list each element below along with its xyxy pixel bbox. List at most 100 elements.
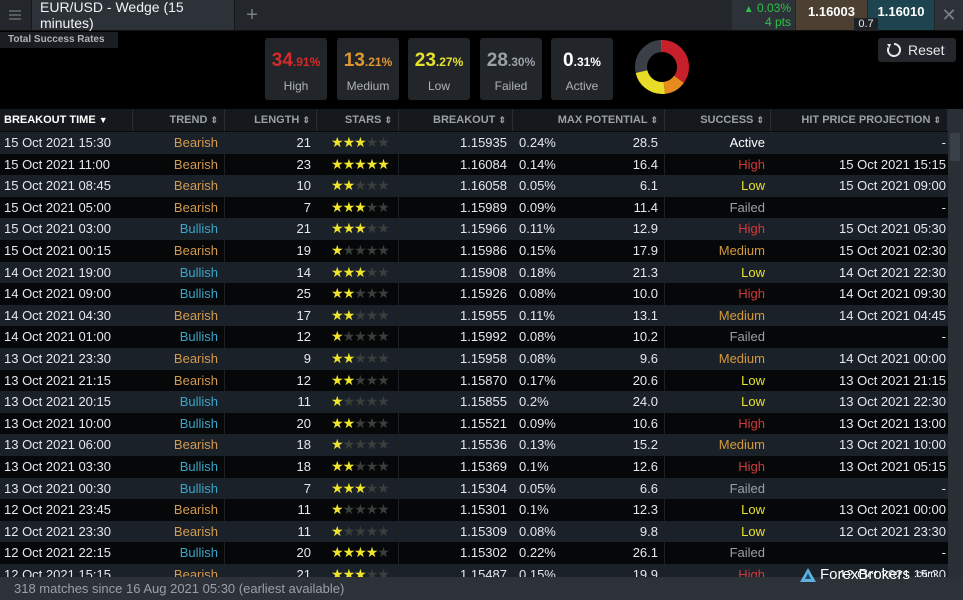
table-row[interactable]: 12 Oct 2021 23:30 Bearish 11 ★★★★★ 1.15309 0.… xyxy=(0,520,948,543)
stars-rating: ★★★★★ xyxy=(317,369,399,392)
max-potential-percent: 0.09% xyxy=(519,199,556,215)
star-empty-icon: ★ xyxy=(365,436,379,453)
star-filled-icon: ★ xyxy=(342,457,356,474)
breakout-price: 1.15855 xyxy=(460,394,507,410)
table-row[interactable]: 14 Oct 2021 09:00 Bullish 25 ★★★★★ 1.15926 0.… xyxy=(0,283,948,305)
hit-price-projection: - xyxy=(941,480,946,496)
length: 20 xyxy=(296,545,311,561)
stat-value-int: 13 xyxy=(343,50,365,71)
max-potential-percent: 0.08% xyxy=(519,329,556,345)
column-header-stars[interactable]: STARS ⇕ xyxy=(317,109,399,131)
breakout-time: 15 Oct 2021 08:45 xyxy=(4,178,111,194)
star-filled-icon: ★ xyxy=(342,220,356,237)
table-row[interactable]: 13 Oct 2021 23:30 Bearish 9 ★★★★★ 1.15958 0.0… xyxy=(0,347,948,370)
table-row[interactable]: 12 Oct 2021 22:15 Bullish 20 ★★★★★ 1.15302 0.… xyxy=(0,542,948,564)
stars-rating: ★★★★★ xyxy=(317,132,399,154)
column-header-breakout[interactable]: BREAKOUT ⇕ xyxy=(399,109,513,131)
table-row[interactable]: 15 Oct 2021 05:00 Bearish 7 ★★★★★ 1.15989 0.0… xyxy=(0,196,948,219)
star-empty-icon: ★ xyxy=(365,565,379,577)
star-empty-icon: ★ xyxy=(342,522,356,539)
sort-icon: ⇕ xyxy=(210,115,218,125)
column-header-success[interactable]: SUCCESS ⇕ xyxy=(665,109,771,131)
hit-price-projection: 15 Oct 2021 02:30 xyxy=(839,242,946,258)
max-potential-value: 15.2 xyxy=(573,434,665,456)
close-icon[interactable]: ✕ xyxy=(935,0,963,30)
trend: Bearish xyxy=(133,196,225,219)
star-filled-icon: ★ xyxy=(331,457,344,474)
stat-value: 13.21% xyxy=(337,50,399,73)
hit-price-projection: 15 Oct 2021 15:15 xyxy=(839,156,946,172)
total-success-rates-label: Total Success Rates xyxy=(0,32,118,48)
trend: Bearish xyxy=(133,132,225,154)
table-row[interactable]: 14 Oct 2021 19:00 Bullish 14 ★★★★★ 1.15908 0.… xyxy=(0,261,948,284)
breakout-price: 1.15992 xyxy=(460,329,507,345)
max-potential-value: 17.9 xyxy=(573,239,665,262)
hit-price-projection: 14 Oct 2021 22:30 xyxy=(839,264,946,280)
column-header-max-potential[interactable]: MAX POTENTIAL ⇕ xyxy=(513,109,665,131)
menu-button[interactable] xyxy=(0,0,30,30)
stars-rating: ★★★★★ xyxy=(317,153,399,176)
star-empty-icon: ★ xyxy=(377,479,390,496)
scroll-thumb[interactable] xyxy=(950,133,960,161)
max-potential-percent: 0.08% xyxy=(519,350,556,366)
star-empty-icon: ★ xyxy=(354,393,367,410)
table-row[interactable]: 13 Oct 2021 21:15 Bearish 12 ★★★★★ 1.15870 0.… xyxy=(0,369,948,392)
hit-price-projection: 13 Oct 2021 00:00 xyxy=(839,502,946,518)
table-row[interactable]: 12 Oct 2021 23:45 Bearish 11 ★★★★★ 1.15301 0.… xyxy=(0,499,948,521)
table-row[interactable]: 13 Oct 2021 10:00 Bullish 20 ★★★★★ 1.15521 0.… xyxy=(0,412,948,435)
stat-value-dec: .27% xyxy=(435,55,464,69)
stars-rating: ★★★★★ xyxy=(317,455,399,478)
max-potential-percent: 0.13% xyxy=(519,437,556,453)
column-header-breakout-time[interactable]: BREAKOUT TIME ▼ xyxy=(0,109,133,131)
table-row[interactable]: 15 Oct 2021 03:00 Bullish 21 ★★★★★ 1.15966 0.… xyxy=(0,218,948,240)
hit-price-projection: 14 Oct 2021 09:30 xyxy=(839,286,946,302)
star-filled-icon: ★ xyxy=(354,479,367,496)
table-row[interactable]: 15 Oct 2021 00:15 Bearish 19 ★★★★★ 1.15986 0.… xyxy=(0,239,948,262)
max-potential-percent: 0.08% xyxy=(519,286,556,302)
hit-price-projection: 13 Oct 2021 10:00 xyxy=(839,437,946,453)
table-row[interactable]: 13 Oct 2021 06:00 Bearish 18 ★★★★★ 1.15536 0.… xyxy=(0,434,948,456)
table-row[interactable]: 14 Oct 2021 01:00 Bullish 12 ★★★★★ 1.15992 0.… xyxy=(0,326,948,348)
table-row[interactable]: 13 Oct 2021 03:30 Bullish 18 ★★★★★ 1.15369 0.… xyxy=(0,455,948,478)
success: Low xyxy=(741,372,765,388)
star-filled-icon: ★ xyxy=(331,501,344,518)
table-scrollbar[interactable] xyxy=(948,109,963,577)
stat-value-dec: .30% xyxy=(507,55,536,69)
add-tab-button[interactable]: + xyxy=(240,0,264,30)
star-empty-icon: ★ xyxy=(377,198,390,215)
star-empty-icon: ★ xyxy=(365,177,379,194)
column-header-trend[interactable]: TREND ⇕ xyxy=(133,109,225,131)
success: Medium xyxy=(718,242,765,258)
reset-button[interactable]: Reset xyxy=(878,38,956,62)
column-header-hit-price-projection[interactable]: HIT PRICE PROJECTION ⇕ xyxy=(771,109,948,131)
star-empty-icon: ★ xyxy=(365,522,379,539)
max-potential-value: 19.9 xyxy=(573,563,665,577)
stat-low: 23.27% Low xyxy=(408,38,470,100)
column-header-length[interactable]: LENGTH ⇕ xyxy=(225,109,317,131)
table-row[interactable]: 15 Oct 2021 15:30 Bearish 21 ★★★★★ 1.15935 0.… xyxy=(0,132,948,154)
star-filled-icon: ★ xyxy=(342,349,356,366)
table-row[interactable]: 14 Oct 2021 04:30 Bearish 17 ★★★★★ 1.15955 0.… xyxy=(0,304,948,327)
success: Active xyxy=(729,135,765,150)
breakout-price: 1.15369 xyxy=(460,458,507,474)
table-row[interactable]: 13 Oct 2021 20:15 Bullish 11 ★★★★★ 1.15855 0.… xyxy=(0,391,948,413)
table-row[interactable]: 15 Oct 2021 11:00 Bearish 23 ★★★★★ 1.16084 0.… xyxy=(0,153,948,176)
table-row[interactable]: 15 Oct 2021 08:45 Bearish 10 ★★★★★ 1.16058 0.… xyxy=(0,175,948,197)
breakout-price: 1.15986 xyxy=(460,242,507,258)
length: 7 xyxy=(303,480,311,496)
star-filled-icon: ★ xyxy=(331,479,344,496)
table-row[interactable]: 13 Oct 2021 00:30 Bullish 7 ★★★★★ 1.15304 0.0… xyxy=(0,477,948,500)
success: Low xyxy=(741,178,765,194)
tab-eurusd-wedge[interactable]: EUR/USD - Wedge (15 minutes) xyxy=(31,0,235,31)
star-filled-icon: ★ xyxy=(342,414,356,431)
stat-value-int: 0 xyxy=(563,50,574,71)
max-potential-percent: 0.18% xyxy=(519,264,556,280)
hit-price-projection: - xyxy=(941,135,946,150)
stat-value: 0.31% xyxy=(551,50,613,73)
column-label: LENGTH xyxy=(254,114,300,126)
hit-price-projection: 12 Oct 2021 23:30 xyxy=(839,523,946,539)
length: 21 xyxy=(296,135,311,150)
star-empty-icon: ★ xyxy=(354,501,367,518)
star-empty-icon: ★ xyxy=(377,457,390,474)
star-filled-icon: ★ xyxy=(377,155,390,172)
